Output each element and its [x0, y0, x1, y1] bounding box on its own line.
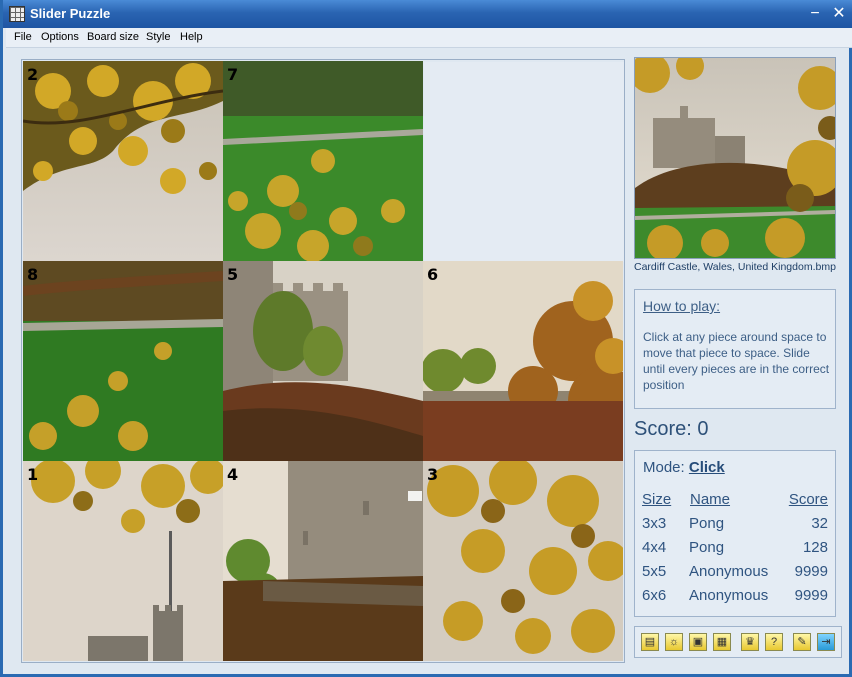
puzzle-tile[interactable]: 7: [223, 61, 423, 261]
tile-number: 8: [27, 265, 39, 284]
settings-icon[interactable]: ✎: [793, 633, 811, 651]
row-name: Pong: [689, 539, 725, 556]
exit-icon[interactable]: ⇥: [817, 633, 835, 651]
puzzle-board: 2 7 8 5 6 1 4 3: [21, 59, 625, 663]
row-score: 9999: [794, 563, 828, 580]
how-to-play-panel: How to play: Click at any piece around s…: [634, 289, 836, 409]
menu-file[interactable]: File: [14, 31, 32, 43]
tile-image: [23, 261, 223, 461]
close-button[interactable]: ✕: [829, 4, 849, 24]
row-score: 128: [802, 539, 828, 556]
highscore-panel: Mode: Click Size Name Score 3x3 Pong 32 …: [634, 450, 836, 617]
window-title: Slider Puzzle: [30, 6, 111, 21]
puzzle-tile[interactable]: 5: [223, 261, 423, 461]
header-size[interactable]: Size: [642, 491, 671, 508]
tile-number: 2: [27, 65, 39, 84]
puzzle-tile[interactable]: 8: [23, 261, 223, 461]
tile-number: 7: [227, 65, 239, 84]
puzzle-tile[interactable]: 1: [23, 461, 223, 661]
mode-row: Mode: Click: [643, 459, 725, 476]
highscores-icon[interactable]: ♛: [741, 633, 759, 651]
puzzle-tile[interactable]: 6: [423, 261, 623, 461]
tile-number: 6: [427, 265, 439, 284]
tile-image: [23, 61, 223, 261]
header-name[interactable]: Name: [690, 491, 730, 508]
row-score: 9999: [794, 587, 828, 604]
tile-image: [423, 261, 623, 461]
row-size: 4x4: [642, 539, 667, 556]
help-icon[interactable]: ?: [765, 633, 783, 651]
row-size: 3x3: [642, 515, 667, 532]
toolbar: ▤ ☼ ▣ ▦ ♛ ? ✎ ⇥: [634, 626, 842, 658]
menu-help[interactable]: Help: [180, 31, 203, 43]
tile-image: [23, 461, 223, 661]
menu-bar: File Options Board size Style Help: [6, 28, 852, 48]
mode-value-link[interactable]: Click: [689, 459, 725, 476]
row-score: 32: [811, 515, 828, 532]
tile-image: [223, 61, 423, 261]
open-image-icon[interactable]: ▣: [689, 633, 707, 651]
menu-style[interactable]: Style: [146, 31, 170, 43]
puzzle-tile[interactable]: 4: [223, 461, 423, 661]
preview-caption: Cardiff Castle, Wales, United Kingdom.bm…: [634, 261, 836, 273]
tile-number: 3: [427, 465, 439, 484]
row-size: 5x5: [642, 563, 667, 580]
row-size: 6x6: [642, 587, 667, 604]
hint-icon[interactable]: ☼: [665, 633, 683, 651]
puzzle-tile[interactable]: 2: [23, 61, 223, 261]
row-name: Anonymous: [689, 563, 769, 580]
how-to-play-text: Click at any piece around space to move …: [643, 330, 830, 392]
how-to-play-heading[interactable]: How to play:: [643, 298, 720, 314]
header-score[interactable]: Score: [789, 491, 828, 508]
tile-image: [223, 461, 423, 661]
app-icon: [9, 6, 25, 22]
preview-image: [634, 57, 836, 259]
tile-number: 4: [227, 465, 239, 484]
tile-image: [223, 261, 423, 461]
empty-slot: [424, 62, 624, 262]
row-name: Anonymous: [689, 587, 769, 604]
tile-image: [423, 461, 623, 661]
tile-number: 1: [27, 465, 39, 484]
score-display: Score: 0: [634, 418, 709, 440]
title-bar[interactable]: Slider Puzzle − ✕: [3, 0, 852, 28]
mode-label: Mode:: [643, 459, 685, 476]
menu-board-size[interactable]: Board size: [87, 31, 139, 43]
new-game-icon[interactable]: ▤: [641, 633, 659, 651]
menu-options[interactable]: Options: [41, 31, 79, 43]
image-list-icon[interactable]: ▦: [713, 633, 731, 651]
tile-number: 5: [227, 265, 239, 284]
app-window: Slider Puzzle − ✕ File Options Board siz…: [0, 0, 852, 677]
puzzle-tile[interactable]: 3: [423, 461, 623, 661]
minimize-button[interactable]: −: [805, 4, 825, 24]
row-name: Pong: [689, 515, 725, 532]
